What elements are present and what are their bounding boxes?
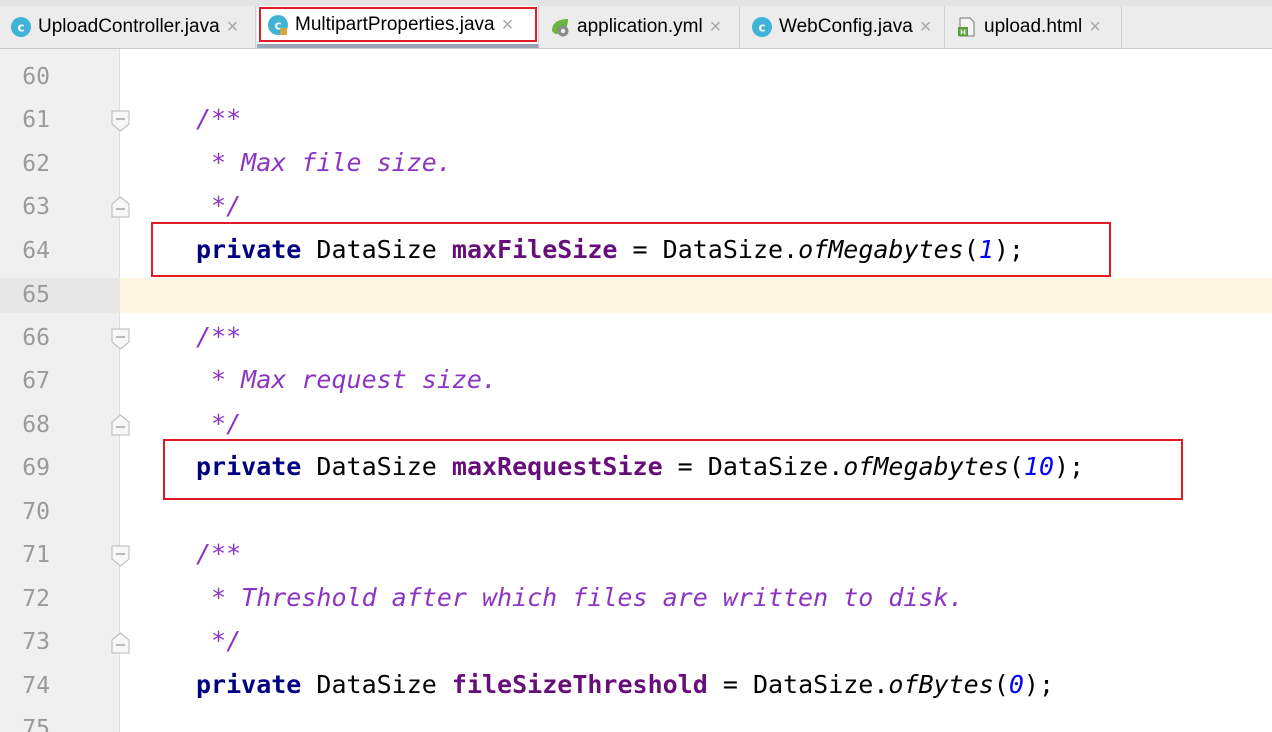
assign-operator: = [662,452,708,481]
keyword-private: private [196,670,302,699]
close-icon[interactable]: × [1089,17,1101,37]
tab-application-yml[interactable]: application.yml × [539,6,740,48]
svg-text:H: H [960,29,966,37]
number-literal: 1 [978,235,994,264]
open-paren: ( [1008,452,1024,481]
method-call: ofMegabytes [798,235,964,264]
open-paren: ( [963,235,979,264]
keyword-private: private [196,452,302,481]
keyword-private: private [196,235,302,264]
doc-comment-text: * Max file size. [196,148,452,177]
close-paren: ); [1023,670,1054,699]
tab-upload-html[interactable]: H upload.html × [946,6,1122,48]
doc-comment-open: /** [196,539,242,568]
fold-end-icon[interactable] [111,414,130,436]
line-number: 69 [22,455,50,481]
tab-label: application.yml [577,16,703,37]
field-declaration-file-size-threshold: private DataSize fileSizeThreshold = Dat… [196,670,1054,700]
close-icon[interactable]: × [920,17,932,37]
class-ref: DataSize. [752,670,889,699]
doc-comment-text: * Max request size. [196,365,498,394]
line-number: 63 [22,194,50,220]
doc-comment-close: */ [196,409,242,438]
fold-collapse-icon[interactable] [111,545,130,567]
java-class-icon: c [268,15,288,35]
line-number: 66 [22,325,50,351]
close-icon[interactable]: × [502,15,514,35]
doc-comment-close: */ [196,191,242,220]
type-name: DataSize [316,670,437,699]
line-number: 68 [22,412,50,438]
field-declaration-max-request-size: private DataSize maxRequestSize = DataSi… [196,452,1084,482]
fold-collapse-icon[interactable] [111,110,130,132]
doc-comment-text: * Threshold after which files are writte… [196,583,964,612]
html-file-icon: H [958,17,975,37]
close-paren: ); [1054,452,1085,481]
java-class-icon: c [752,17,772,37]
doc-comment-open: /** [196,322,242,351]
fold-end-icon[interactable] [111,632,130,654]
line-number: 72 [22,586,50,612]
field-name: maxRequestSize [451,452,663,481]
line-number: 60 [22,64,50,90]
tab-label: WebConfig.java [779,16,913,37]
field-name: maxFileSize [451,235,618,264]
line-number: 71 [22,542,50,568]
assign-operator: = [617,235,663,264]
method-call: ofMegabytes [843,452,1009,481]
editor-tab-bar: c UploadController.java × c MultipartPro… [0,0,1272,49]
type-name: DataSize [316,452,437,481]
number-literal: 10 [1023,452,1054,481]
line-number: 67 [22,368,50,394]
class-ref: DataSize. [662,235,799,264]
line-number: 61 [22,107,50,133]
svg-text:c: c [17,21,24,35]
tab-label: UploadController.java [38,16,220,37]
field-name: fileSizeThreshold [451,670,708,699]
class-ref: DataSize. [707,452,844,481]
tab-label: MultipartProperties.java [295,14,495,35]
tab-webconfig[interactable]: c WebConfig.java × [741,6,945,48]
line-number: 64 [22,238,50,264]
close-icon[interactable]: × [710,17,722,37]
tab-multipart-properties[interactable]: c MultipartProperties.java × [257,6,539,48]
caret-line-highlight [120,278,1272,313]
open-paren: ( [993,670,1009,699]
line-number: 73 [22,629,50,655]
line-number: 70 [22,499,50,525]
svg-text:c: c [758,21,765,35]
number-literal: 0 [1008,670,1024,699]
close-icon[interactable]: × [227,17,239,37]
line-number: 75 [22,716,50,732]
assign-operator: = [707,670,753,699]
close-paren: ); [993,235,1024,264]
fold-collapse-icon[interactable] [111,328,130,350]
type-name: DataSize [316,235,437,264]
spring-config-icon [552,19,569,37]
line-number: 62 [22,151,50,177]
fold-end-icon[interactable] [111,196,130,218]
tab-upload-controller[interactable]: c UploadController.java × [0,6,256,48]
line-number: 65 [22,282,50,308]
tab-label: upload.html [984,16,1083,37]
field-declaration-max-file-size: private DataSize maxFileSize = DataSize.… [196,235,1024,265]
method-call: ofBytes [888,670,994,699]
line-number: 74 [22,673,50,699]
java-class-icon: c [11,17,31,37]
doc-comment-open: /** [196,104,242,133]
doc-comment-close: */ [196,626,242,655]
